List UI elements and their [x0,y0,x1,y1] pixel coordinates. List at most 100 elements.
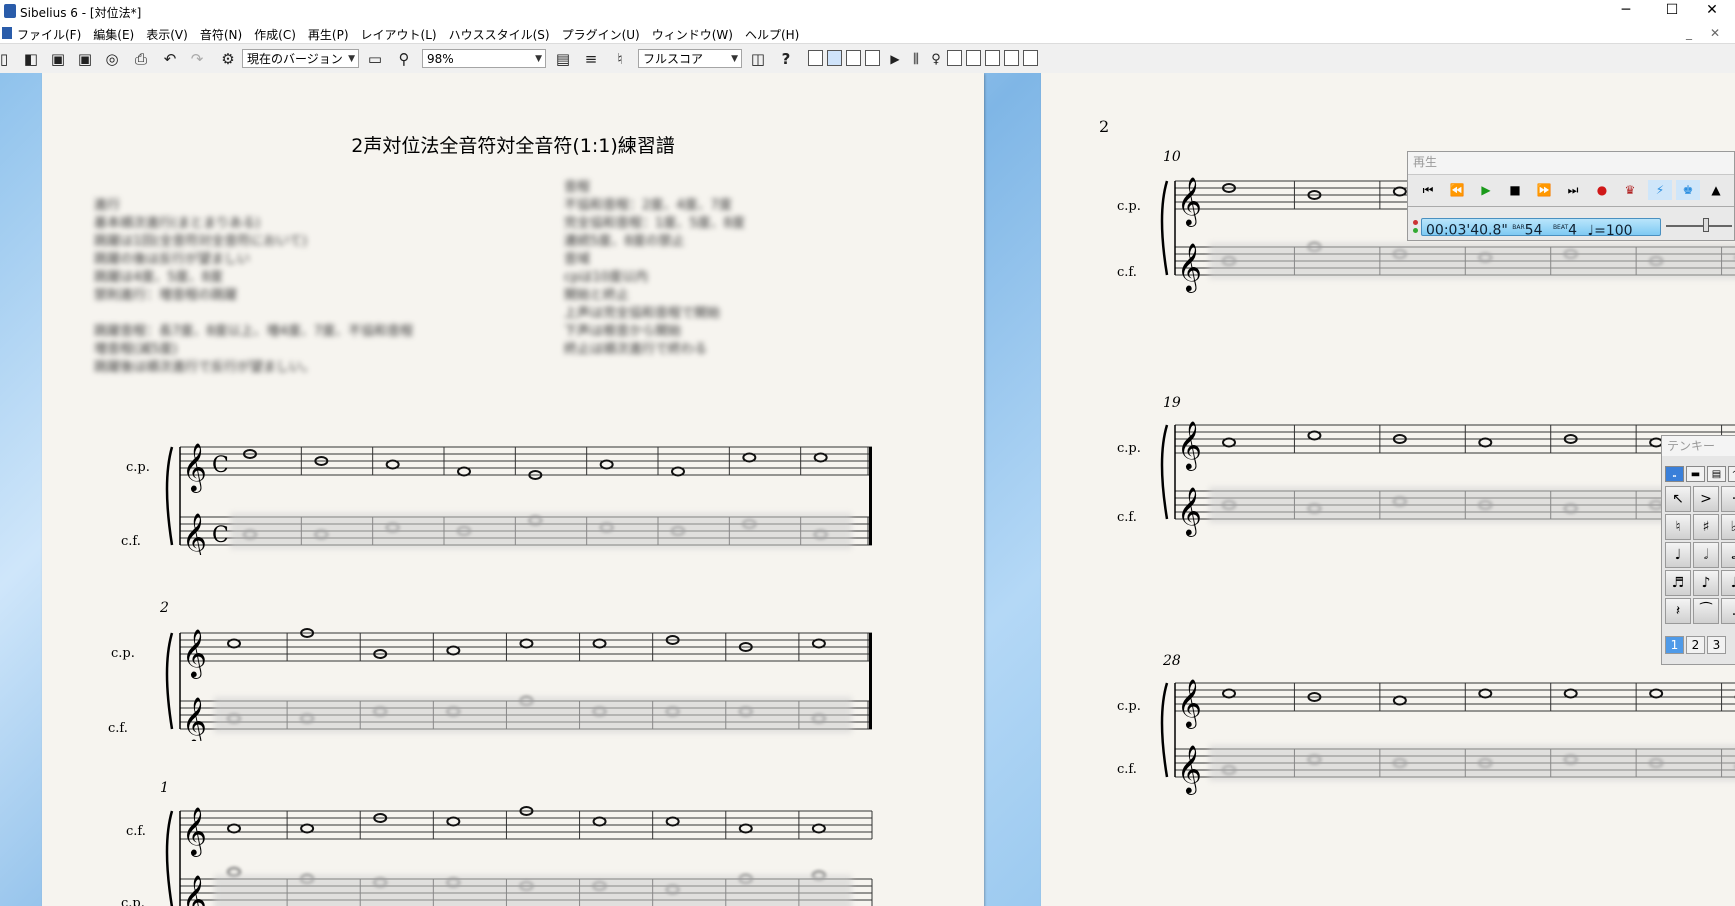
staff-system-p2-3[interactable]: 𝄞𝄞 [1147,671,1735,801]
score-workspace[interactable]: 2声対位法全音符対全音符(1:1)練習譜 進行 基本順次進行(まとまりある) 跳躍は… [0,73,1735,906]
score-page-1[interactable]: 2声対位法全音符対全音符(1:1)練習譜 進行 基本順次進行(まとまりある) 跳躍は… [42,73,984,906]
keypad-window[interactable]: テンキー 𝅝 ▬ ▤ ⌒ ↖ > · ♮ ♯ ♭ ♩ 𝅗𝅥 𝅝 ♬ ♪ ♩ 𝄽 … [1661,435,1735,665]
accent-key-icon[interactable]: > [1693,486,1719,512]
mdi-close-button[interactable]: ✕ [1710,26,1720,40]
espressivo-icon[interactable]: ♚ [1676,180,1700,200]
rewind-to-start-icon[interactable]: ⏮ [1416,180,1440,200]
play-toggle-icon[interactable]: ▶ [885,49,905,69]
staff-label-lower: c.f. [121,534,141,549]
score-select[interactable]: フルスコア ▼ [638,49,742,68]
open-icon[interactable]: ◧ [21,49,41,69]
natural-key-icon[interactable]: ♮ [1665,514,1691,540]
instruction-line: 基本順次進行(まとまりある) [94,216,261,231]
video-icon[interactable] [985,50,1000,66]
minimize-button[interactable]: ─ [1603,0,1649,23]
zoom-icon[interactable]: ⚲ [394,49,414,69]
keypad-title[interactable]: テンキー [1662,436,1735,456]
metronome-icon[interactable]: ▲ [1704,180,1728,200]
view-navigator-icon[interactable] [808,50,823,66]
menu-item[interactable]: 作成(C) [254,26,296,43]
screen-icon[interactable]: ▤ [553,49,573,69]
version-select[interactable]: 現在のバージョン ▼ [242,49,359,68]
comment-icon[interactable]: ▭ [365,49,385,69]
new-icon[interactable]: ▯ [0,49,14,69]
properties-icon[interactable] [947,50,962,66]
window-icon[interactable] [1023,50,1038,66]
staff-system-1[interactable]: 𝄞 C𝄞 C [152,435,972,555]
forward-to-end-icon[interactable]: ⏭ [1561,180,1585,200]
sixteenth-note-key-icon[interactable]: ♬ [1665,570,1691,596]
keypad-icon[interactable] [966,50,981,66]
view-panorama-icon[interactable] [846,50,861,66]
keypad-tab-articulations-icon[interactable]: ⌒ [1728,466,1735,482]
live-playback-icon[interactable]: ⚡ [1648,180,1672,200]
timeline-slider[interactable] [1408,206,1734,213]
menu-item[interactable]: 再生(P) [308,26,349,43]
sharp-key-icon[interactable]: ♯ [1693,514,1719,540]
ideas-icon[interactable]: ♀ [926,49,946,69]
save-as-icon[interactable]: ▣ [75,49,95,69]
version-gear-icon[interactable]: ⚙ [218,49,238,69]
tie-key-icon[interactable]: ⁀ [1693,598,1719,624]
view-keyboard-icon[interactable] [865,50,880,66]
staff-system-3[interactable]: 𝄞𝄞 [152,801,972,906]
playback-window[interactable]: 再生 ⏮ ⏪ ▶ ■ ⏩ ⏭ ● ♛ ⚡ ♚ ▲ 00:03'40.8" BAR… [1407,151,1735,241]
cd-icon[interactable]: ◎ [102,49,122,69]
play-icon[interactable]: ▶ [1474,180,1498,200]
menu-item[interactable]: レイアウト(L) [361,26,437,43]
fast-forward-icon[interactable]: ⏩ [1532,180,1556,200]
menu-item[interactable]: ウィンドウ(W) [652,26,733,43]
document-icon[interactable] [2,27,12,39]
zoom-select[interactable]: 98% ▼ [422,49,546,68]
record-indicator-icon [1413,220,1418,225]
rewind-icon[interactable]: ⏪ [1445,180,1469,200]
stop-icon[interactable]: ■ [1503,180,1527,200]
redo-icon[interactable]: ↷ [187,49,207,69]
menu-item[interactable]: プラグイン(U) [562,26,640,43]
menu-item[interactable]: 編集(E) [93,26,134,43]
mdi-minimize-button[interactable]: _ [1686,26,1692,40]
close-button[interactable]: ✕ [1689,0,1735,23]
tempo-slider-thumb[interactable] [1703,218,1709,232]
transpose-icon[interactable]: ♮ [610,49,630,69]
dot-key-icon[interactable]: . [1721,598,1735,624]
voice-layer-button[interactable]: 1 [1665,636,1684,654]
print-icon[interactable]: ⎙ [131,49,151,69]
eighth-note-key-icon[interactable]: ♪ [1693,570,1719,596]
menu-item[interactable]: ヘルプ(H) [745,26,799,43]
half-note-key-icon[interactable]: 𝅗𝅥 [1693,542,1719,568]
help-icon[interactable]: ? [776,49,796,69]
staccato-key-icon[interactable]: · [1721,486,1735,512]
whole-note-key-icon[interactable]: 𝅝 [1721,542,1735,568]
parts-icon[interactable]: ◫ [748,49,768,69]
voice-layer-button[interactable]: 3 [1707,636,1726,654]
playback-title[interactable]: 再生 [1408,152,1734,175]
tempo-slider-track[interactable] [1666,225,1732,227]
quarter-note-key-icon[interactable]: ♩ [1665,542,1691,568]
staff-system-2[interactable]: 𝄞𝄞 [152,621,972,741]
score-title[interactable]: 2声対位法全音符対全音符(1:1)練習譜 [42,131,984,158]
keypad-tab-common-notes-icon[interactable]: 𝅝 [1665,466,1684,482]
voice-layer-button[interactable]: 2 [1686,636,1705,654]
rest-key-icon[interactable]: 𝄽 [1665,598,1691,624]
chevron-down-icon: ▼ [348,54,355,64]
dotted-note-key-icon[interactable]: ♩ [1721,570,1735,596]
list-icon[interactable]: ≡ [581,49,601,69]
flat-key-icon[interactable]: ♭ [1721,514,1735,540]
instructions-left-text: 進行 基本順次進行(まとまりある) 跳躍は1回(全音符対全音符において) 跳躍の後は反… [94,197,413,377]
menu-item[interactable]: ハウススタイル(S) [449,26,550,43]
keypad-tab-more-notes-icon[interactable]: ▬ [1686,466,1705,482]
record-icon[interactable]: ● [1590,180,1614,200]
save-icon[interactable]: ▣ [48,49,68,69]
menu-item[interactable]: ファイル(F) [17,26,81,43]
menu-item[interactable]: 音符(N) [200,26,242,43]
mixer-icon[interactable]: ⫼ [906,49,926,69]
live-tempo-icon[interactable]: ♛ [1618,180,1642,200]
pointer-key-icon[interactable]: ↖ [1665,486,1691,512]
menu-item[interactable]: 表示(V) [146,26,188,43]
keypad-tab-beams-icon[interactable]: ▤ [1707,466,1726,482]
undo-icon[interactable]: ↶ [160,49,180,69]
check-icon[interactable] [1004,50,1019,66]
view-grid-icon[interactable] [827,50,842,66]
staff-system-p2-2[interactable]: 𝄞𝄞 [1147,413,1735,543]
